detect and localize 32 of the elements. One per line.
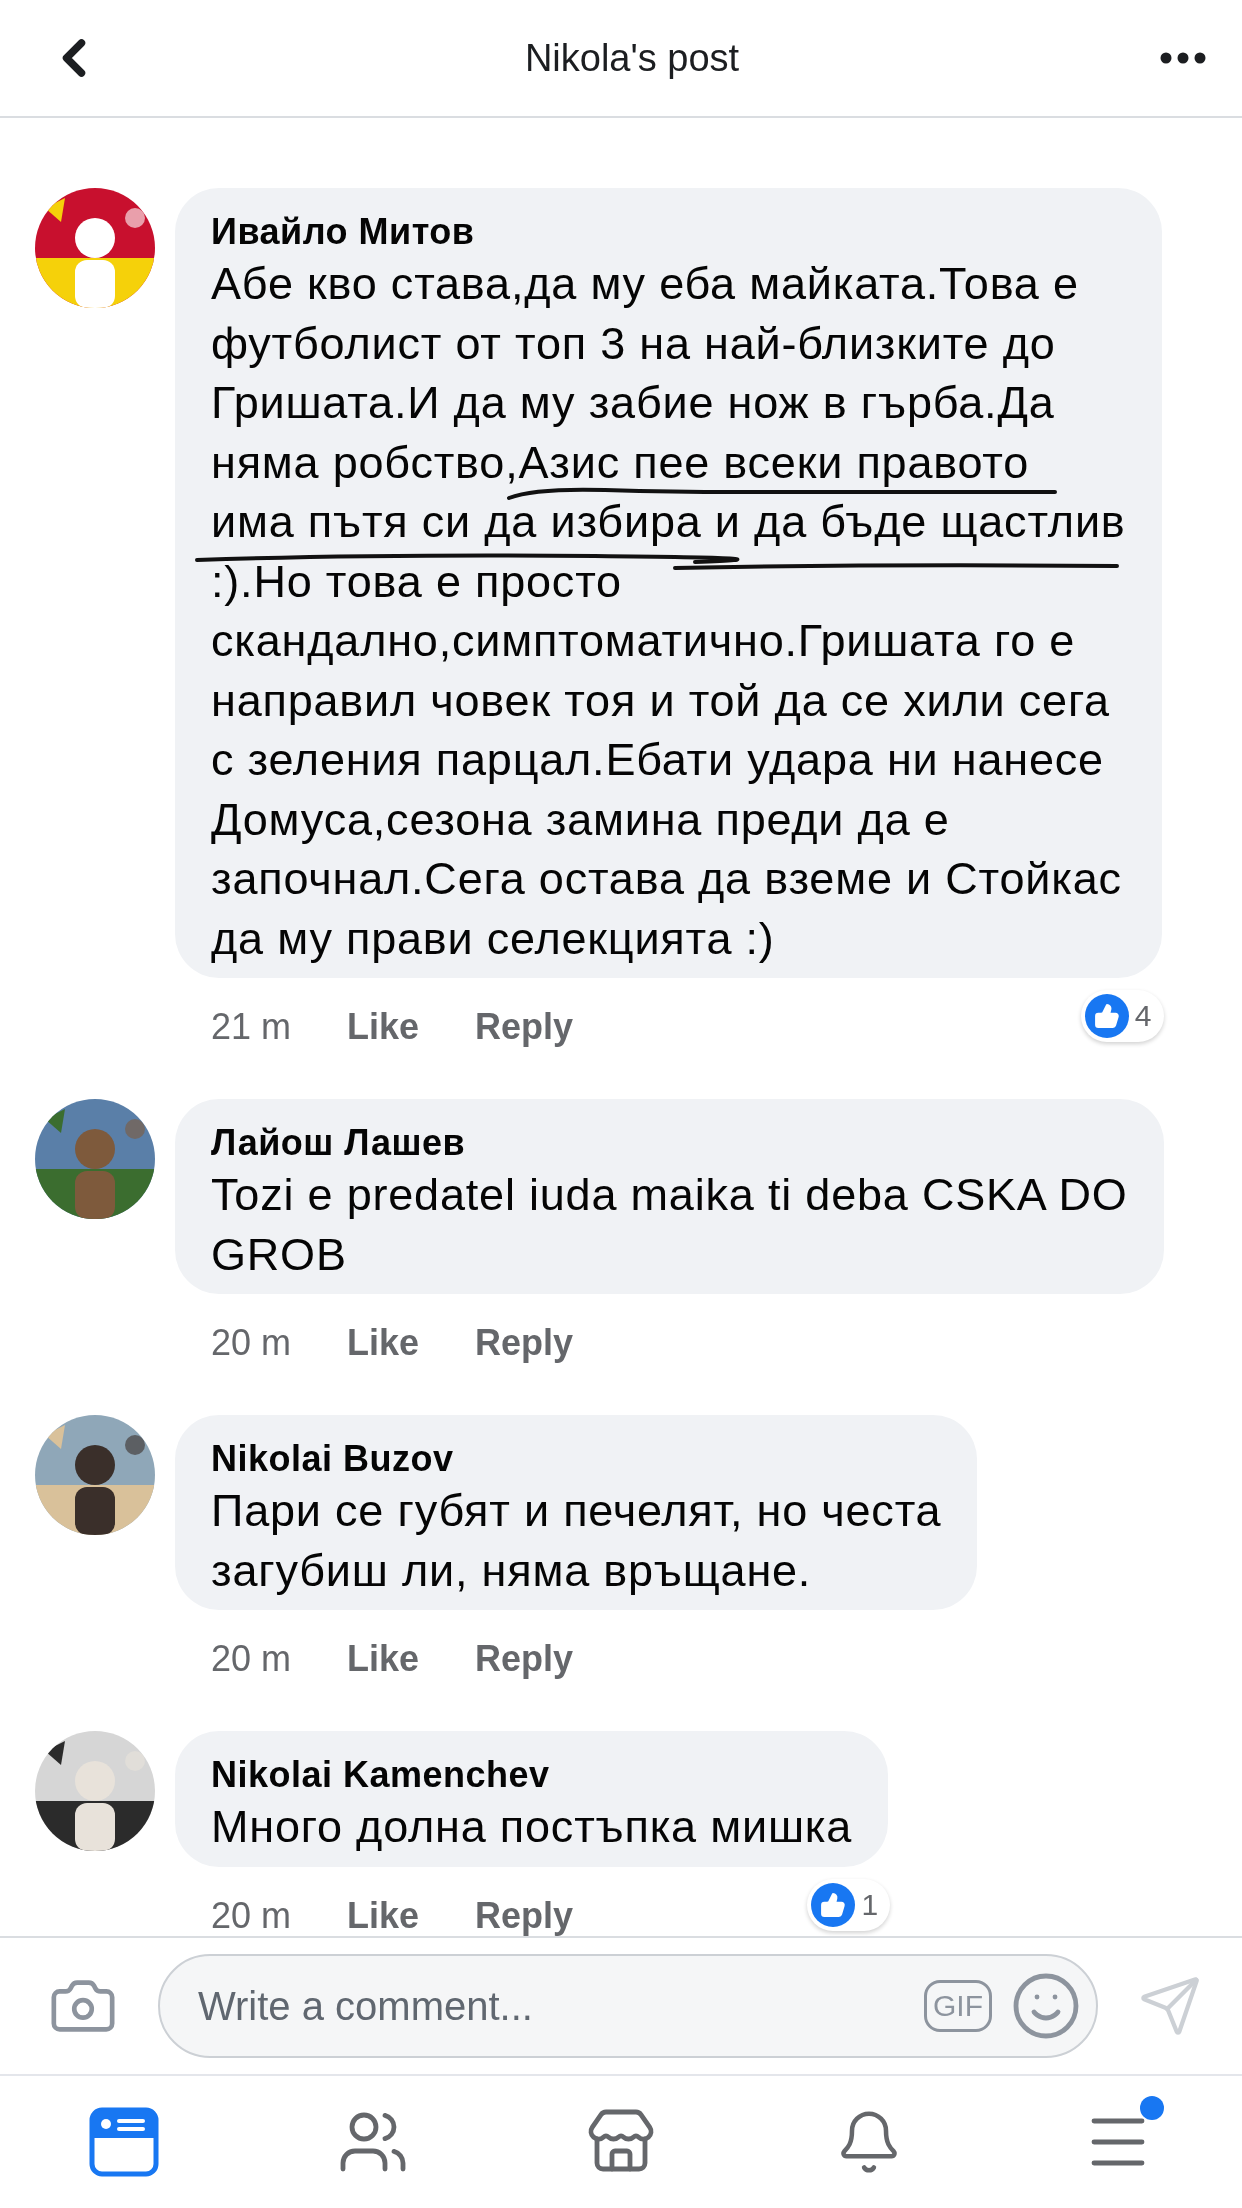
reply-link[interactable]: Reply bbox=[475, 1322, 574, 1364]
comment-author: Nikolai Kamenchev bbox=[211, 1753, 551, 1797]
comment-text: Пари се губят и печелят, но честа загубиш ли, няма връщане. bbox=[211, 1484, 942, 1598]
comment-time: 21 m bbox=[211, 1006, 292, 1048]
reply-link[interactable]: Reply bbox=[475, 1894, 574, 1936]
page-title: Nikola's post bbox=[524, 36, 740, 80]
comment-text: Tozi e predatel iuda maika ti deba CSKA DO GROB bbox=[211, 1168, 1128, 1282]
news-feed-icon bbox=[89, 2107, 160, 2177]
reaction-badge[interactable]: 1 bbox=[807, 1878, 891, 1931]
comment-time: 20 m bbox=[211, 1638, 292, 1680]
more-button[interactable] bbox=[1160, 52, 1206, 64]
comment-text: Много долна постъпка мишка bbox=[211, 1800, 853, 1854]
comment-author: Ивайло Митов bbox=[211, 210, 476, 254]
like-link[interactable]: Like bbox=[347, 1638, 420, 1680]
thumbs-up-icon bbox=[820, 1891, 847, 1918]
like-link[interactable]: Like bbox=[347, 1006, 420, 1048]
comment-time: 20 m bbox=[211, 1322, 292, 1364]
reaction-count: 1 bbox=[861, 1887, 879, 1922]
comment-author: Лайош Лашев bbox=[211, 1121, 467, 1165]
reaction-count: 4 bbox=[1134, 999, 1152, 1033]
reply-link[interactable]: Reply bbox=[475, 1638, 574, 1680]
thumbs-up-icon bbox=[1093, 1003, 1120, 1029]
comment-time: 20 m bbox=[211, 1894, 292, 1936]
send-icon bbox=[1138, 1974, 1202, 2038]
comment-text: Абе кво става,да му еба майката.Това е футболист от топ 3 на най-близките до Гришата.И да му забие нож в гърба.Да няма робство,Азис пее всеки правото има пътя си да избира и да бъде щастлив :).Но това е просто скандално,симптоматично.Гришата го е направил човек тоя и той да се хили сега с зеления парцал.Ебати удара ни нанесе Домуса,сезона замина преди да е започнал.Сега остава да вземе и Стойкас да му прави селекцията :) bbox=[211, 257, 1126, 966]
notification-dot bbox=[1139, 2096, 1164, 2120]
like-link[interactable]: Like bbox=[347, 1894, 420, 1936]
more-icon bbox=[1160, 52, 1206, 64]
like-link[interactable]: Like bbox=[347, 1322, 420, 1364]
reply-link[interactable]: Reply bbox=[475, 1006, 574, 1048]
comment-author: Nikolai Buzov bbox=[211, 1437, 455, 1481]
reaction-badge[interactable]: 4 bbox=[1080, 990, 1164, 1042]
